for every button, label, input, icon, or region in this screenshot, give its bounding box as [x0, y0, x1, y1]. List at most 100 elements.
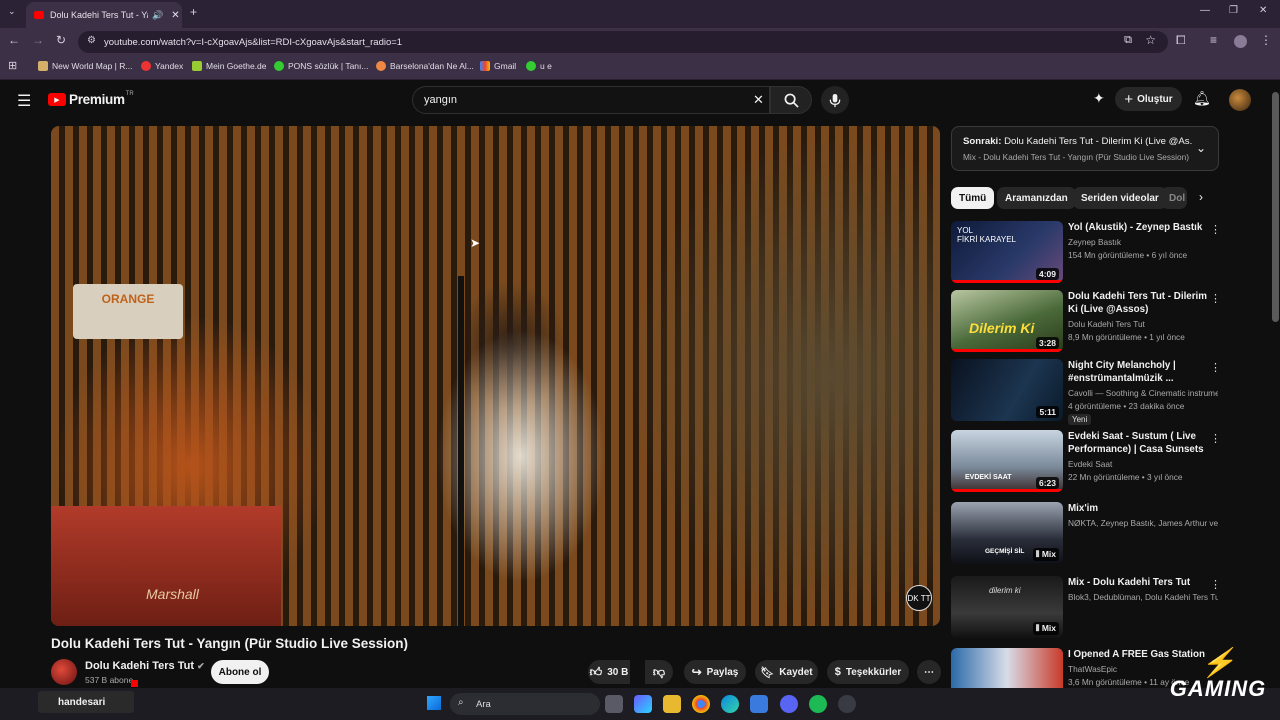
- video-amp: ORANGE: [73, 284, 183, 339]
- channel-name[interactable]: Dolu Kadehi Ters Tut ✔︎: [85, 660, 205, 672]
- maximize-icon[interactable]: ❐: [1229, 5, 1238, 16]
- browser-tab[interactable]: Dolu Kadehi Ters Tut - Yang 🔊 ✕: [26, 2, 182, 28]
- more-options-icon[interactable]: ⋮: [1210, 361, 1221, 374]
- cast-icon[interactable]: ⧉: [1124, 34, 1132, 47]
- more-actions-button[interactable]: ⋯: [917, 660, 941, 684]
- hamburger-menu-icon[interactable]: ☰: [17, 91, 31, 111]
- search-input[interactable]: yangın ✕: [412, 86, 770, 114]
- video-thumbnail[interactable]: dilerim ki ⦀ Mix: [951, 576, 1063, 638]
- more-options-icon[interactable]: ⋮: [1210, 578, 1221, 591]
- scrollbar-thumb[interactable]: [1272, 92, 1279, 322]
- url-field[interactable]: ⚙ youtube.com/watch?v=I-cXgoavAjs&list=R…: [78, 31, 1168, 53]
- reload-icon[interactable]: ↻: [56, 33, 66, 47]
- voice-search-button[interactable]: [821, 86, 849, 114]
- subscribe-button[interactable]: Abone ol: [211, 660, 269, 684]
- up-next-panel[interactable]: Sonraki: Dolu Kadehi Ters Tut - Dilerim …: [951, 126, 1219, 171]
- edge-icon[interactable]: [721, 695, 739, 713]
- video-thumbnail[interactable]: GEÇMİŞİ SİL ⦀ Mix: [951, 502, 1063, 564]
- discord-icon[interactable]: [780, 695, 798, 713]
- list-item[interactable]: 5:11 Night City Melancholy | #enstrümant…: [951, 359, 1221, 425]
- browser-menu-icon[interactable]: ⋮: [1260, 33, 1272, 47]
- gmail-icon: [480, 61, 490, 71]
- chip-series[interactable]: Seriden videolar: [1073, 187, 1167, 209]
- premium-settings-icon[interactable]: ✦: [1093, 90, 1105, 107]
- subscriber-count: 537 B abone: [85, 675, 134, 685]
- mix-badge: ⦀ Mix: [1032, 548, 1059, 561]
- watch-progress: [951, 489, 1063, 492]
- new-tab-icon[interactable]: +: [190, 5, 197, 19]
- taskbar-search[interactable]: ⌕ Ara: [450, 693, 600, 715]
- apps-grid-icon[interactable]: ⊞: [8, 59, 17, 72]
- video-thumbnail[interactable]: Dilerim Ki 3:28: [951, 290, 1063, 352]
- video-card-title: Dolu Kadehi Ters Tut - Dilerim Ki (Live …: [1068, 291, 1207, 315]
- video-player[interactable]: Marshall ORANGE DK TT ➤: [51, 126, 940, 626]
- bookmark-item[interactable]: Mein Goethe.de: [192, 61, 266, 71]
- list-item[interactable]: Dilerim Ki 3:28 Dolu Kadehi Ters Tut - D…: [951, 290, 1221, 352]
- bookmark-item[interactable]: Yandex: [141, 61, 183, 71]
- save-button[interactable]: 🔖︎ Kaydet: [755, 660, 818, 684]
- clear-search-icon[interactable]: ✕: [753, 92, 764, 108]
- video-amp-cabinet: Marshall: [51, 506, 281, 626]
- minimize-icon[interactable]: —: [1200, 5, 1210, 16]
- list-item[interactable]: GEÇMİŞİ SİL ⦀ Mix Mix'im NØKTA, Zeynep B…: [951, 502, 1221, 564]
- channel-name-text: Dolu Kadehi Ters Tut: [85, 660, 194, 672]
- search-button[interactable]: [770, 86, 812, 114]
- thanks-icon: $: [834, 666, 841, 678]
- chip-all[interactable]: Tümü: [951, 187, 995, 209]
- store-icon[interactable]: [750, 695, 768, 713]
- notifications-bell-icon[interactable]: 🔔︎: [1193, 90, 1211, 107]
- list-item[interactable]: EVDEKİ SAAT 6:23 Evdeki Saat - Sustum ( …: [951, 430, 1221, 492]
- extensions-icon[interactable]: ⧠: [1176, 33, 1186, 48]
- logo-region: TR: [125, 90, 134, 97]
- windows-start-icon[interactable]: [427, 696, 441, 710]
- bookmark-item[interactable]: PONS sözlük | Tanı...: [274, 61, 368, 71]
- close-tab-icon[interactable]: ✕: [171, 10, 179, 21]
- logo-text: Premium: [69, 92, 125, 107]
- copilot-icon[interactable]: [634, 695, 652, 713]
- share-button[interactable]: ↪ Paylaş: [684, 660, 746, 684]
- duration-badge: 5:11: [1036, 406, 1059, 418]
- bookmark-item[interactable]: Gmail: [480, 61, 516, 71]
- site-info-icon[interactable]: ⚙: [87, 35, 96, 46]
- spotify-icon[interactable]: [809, 695, 827, 713]
- list-item[interactable]: dilerim ki ⦀ Mix Mix - Dolu Kadehi Ters …: [951, 576, 1221, 638]
- task-view-icon[interactable]: [605, 695, 623, 713]
- youtube-logo[interactable]: ▶ Premium TR: [48, 90, 134, 107]
- bookmark-star-icon[interactable]: ☆: [1145, 33, 1156, 47]
- chip-from-search[interactable]: Aramanızdan: [997, 187, 1076, 209]
- avatar[interactable]: [1229, 89, 1251, 111]
- video-cab-label: Marshall: [146, 586, 199, 602]
- save-label: Kaydet: [779, 666, 813, 678]
- url-text: youtube.com/watch?v=I-cXgoavAjs&list=RDI…: [104, 36, 403, 48]
- more-options-icon[interactable]: ⋮: [1210, 292, 1221, 305]
- dislike-button[interactable]: 👎︎: [645, 660, 673, 684]
- create-button[interactable]: + Oluştur: [1115, 87, 1182, 111]
- video-thumbnail[interactable]: EVDEKİ SAAT 6:23: [951, 430, 1063, 492]
- thanks-button[interactable]: $ Teşekkürler: [827, 660, 909, 684]
- file-explorer-icon[interactable]: [663, 695, 681, 713]
- back-icon[interactable]: ←: [8, 33, 20, 47]
- more-options-icon[interactable]: ⋮: [1210, 223, 1221, 236]
- mix-label: Mix: [1041, 623, 1056, 633]
- bookmark-item[interactable]: Barselona'dan Ne Al...: [376, 61, 474, 71]
- forward-icon[interactable]: →: [32, 33, 44, 47]
- close-window-icon[interactable]: ✕: [1259, 5, 1267, 16]
- bookmark-item[interactable]: u e: [526, 61, 552, 71]
- channel-avatar[interactable]: [51, 659, 77, 685]
- audio-icon[interactable]: 🔊: [152, 10, 163, 21]
- reading-list-icon[interactable]: ≡: [1210, 33, 1217, 47]
- more-options-icon[interactable]: ⋮: [1210, 432, 1221, 445]
- video-thumbnail[interactable]: YOL FİKRİ KARAYEL 4:09: [951, 221, 1063, 283]
- chrome-icon[interactable]: [692, 695, 710, 713]
- list-item[interactable]: YOL FİKRİ KARAYEL 4:09 Yol (Akustik) - Z…: [951, 221, 1221, 283]
- tab-menu-icon[interactable]: ⌄: [8, 6, 16, 17]
- bookmark-item[interactable]: New World Map | R...: [38, 61, 132, 71]
- profile-icon[interactable]: [1234, 35, 1247, 48]
- opera-icon[interactable]: [838, 695, 856, 713]
- chevron-right-icon[interactable]: ›: [1199, 190, 1203, 204]
- like-button[interactable]: 👍︎ 30 B: [588, 660, 630, 684]
- chip-more[interactable]: Dol: [1161, 187, 1187, 209]
- video-thumbnail[interactable]: [951, 648, 1063, 688]
- chevron-down-icon[interactable]: ⌄: [1196, 141, 1206, 155]
- video-thumbnail[interactable]: 5:11: [951, 359, 1063, 421]
